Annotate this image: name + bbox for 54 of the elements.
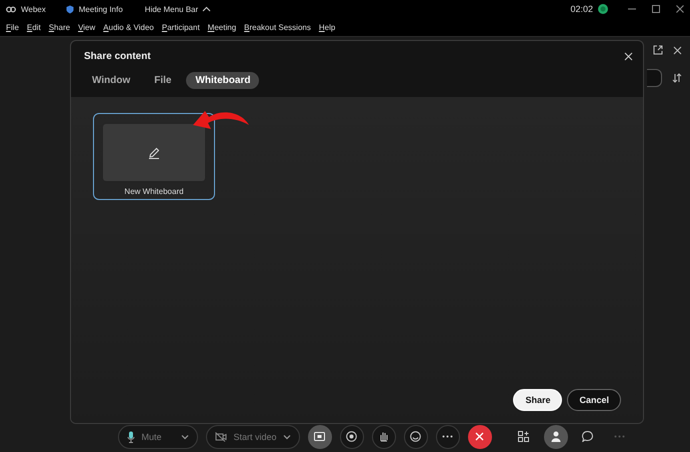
raise-hand-button[interactable]	[372, 424, 396, 448]
mute-button[interactable]: Mute	[118, 424, 198, 448]
menu-item[interactable]: Edit	[26, 22, 41, 32]
start-video-button[interactable]: Start video	[206, 424, 300, 448]
tab[interactable]: Window	[83, 72, 140, 89]
end-call-button[interactable]	[468, 424, 492, 448]
chat-icon	[582, 431, 594, 442]
popout-icon[interactable]	[653, 45, 663, 55]
share-button[interactable]: Share	[513, 389, 562, 411]
cancel-button[interactable]: Cancel	[567, 389, 621, 411]
menu-item[interactable]: View	[78, 22, 96, 32]
menu-item[interactable]: Participant	[162, 22, 200, 32]
share-screen-button[interactable]	[308, 424, 332, 448]
menu-item[interactable]: File	[6, 22, 19, 32]
app-name: Webex	[21, 4, 46, 14]
menu-item[interactable]: Audio & Video	[103, 22, 154, 32]
close-icon[interactable]	[673, 46, 682, 54]
caret-up-icon	[202, 6, 212, 12]
menu-item[interactable]: Help	[318, 22, 336, 32]
sort-icon[interactable]	[672, 73, 682, 83]
hide-menu-bar-button[interactable]: Hide Menu Bar	[144, 4, 212, 14]
meeting-info-link[interactable]: Meeting Info	[78, 4, 123, 14]
menu-item[interactable]: Share	[48, 22, 70, 32]
hand-icon	[379, 431, 388, 442]
shield-icon	[66, 4, 74, 14]
participants-button[interactable]	[544, 424, 568, 448]
maximize-icon[interactable]	[652, 5, 660, 13]
menu-item[interactable]: Breakout Sessions	[244, 22, 311, 32]
microphone-icon	[127, 430, 136, 442]
whiteboard-card[interactable]: New Whiteboard	[93, 113, 215, 200]
more-icon	[614, 435, 626, 438]
more-icon	[442, 435, 454, 438]
tab[interactable]: Whiteboard	[186, 72, 260, 89]
apps-icon	[518, 431, 530, 442]
webex-logo-icon	[6, 6, 16, 12]
reactions-button[interactable]	[404, 424, 428, 448]
search-field[interactable]	[647, 69, 662, 87]
menu-item[interactable]: Meeting	[208, 22, 236, 32]
close-icon[interactable]	[676, 5, 684, 13]
camera-off-icon	[215, 432, 228, 442]
meeting-timer: 02:02	[570, 4, 593, 14]
tab[interactable]: File	[145, 72, 180, 89]
caret-down-icon	[282, 434, 291, 440]
dialog-title: Share content	[84, 51, 151, 62]
screen-icon	[314, 432, 326, 441]
status-icon	[598, 4, 608, 14]
record-button[interactable]	[340, 424, 364, 448]
record-icon	[346, 431, 358, 442]
close-icon[interactable]	[624, 52, 633, 61]
person-icon	[550, 431, 561, 442]
close-icon	[475, 432, 484, 441]
pencil-icon	[148, 146, 160, 158]
caret-down-icon	[181, 434, 190, 440]
smiley-icon	[410, 431, 422, 442]
